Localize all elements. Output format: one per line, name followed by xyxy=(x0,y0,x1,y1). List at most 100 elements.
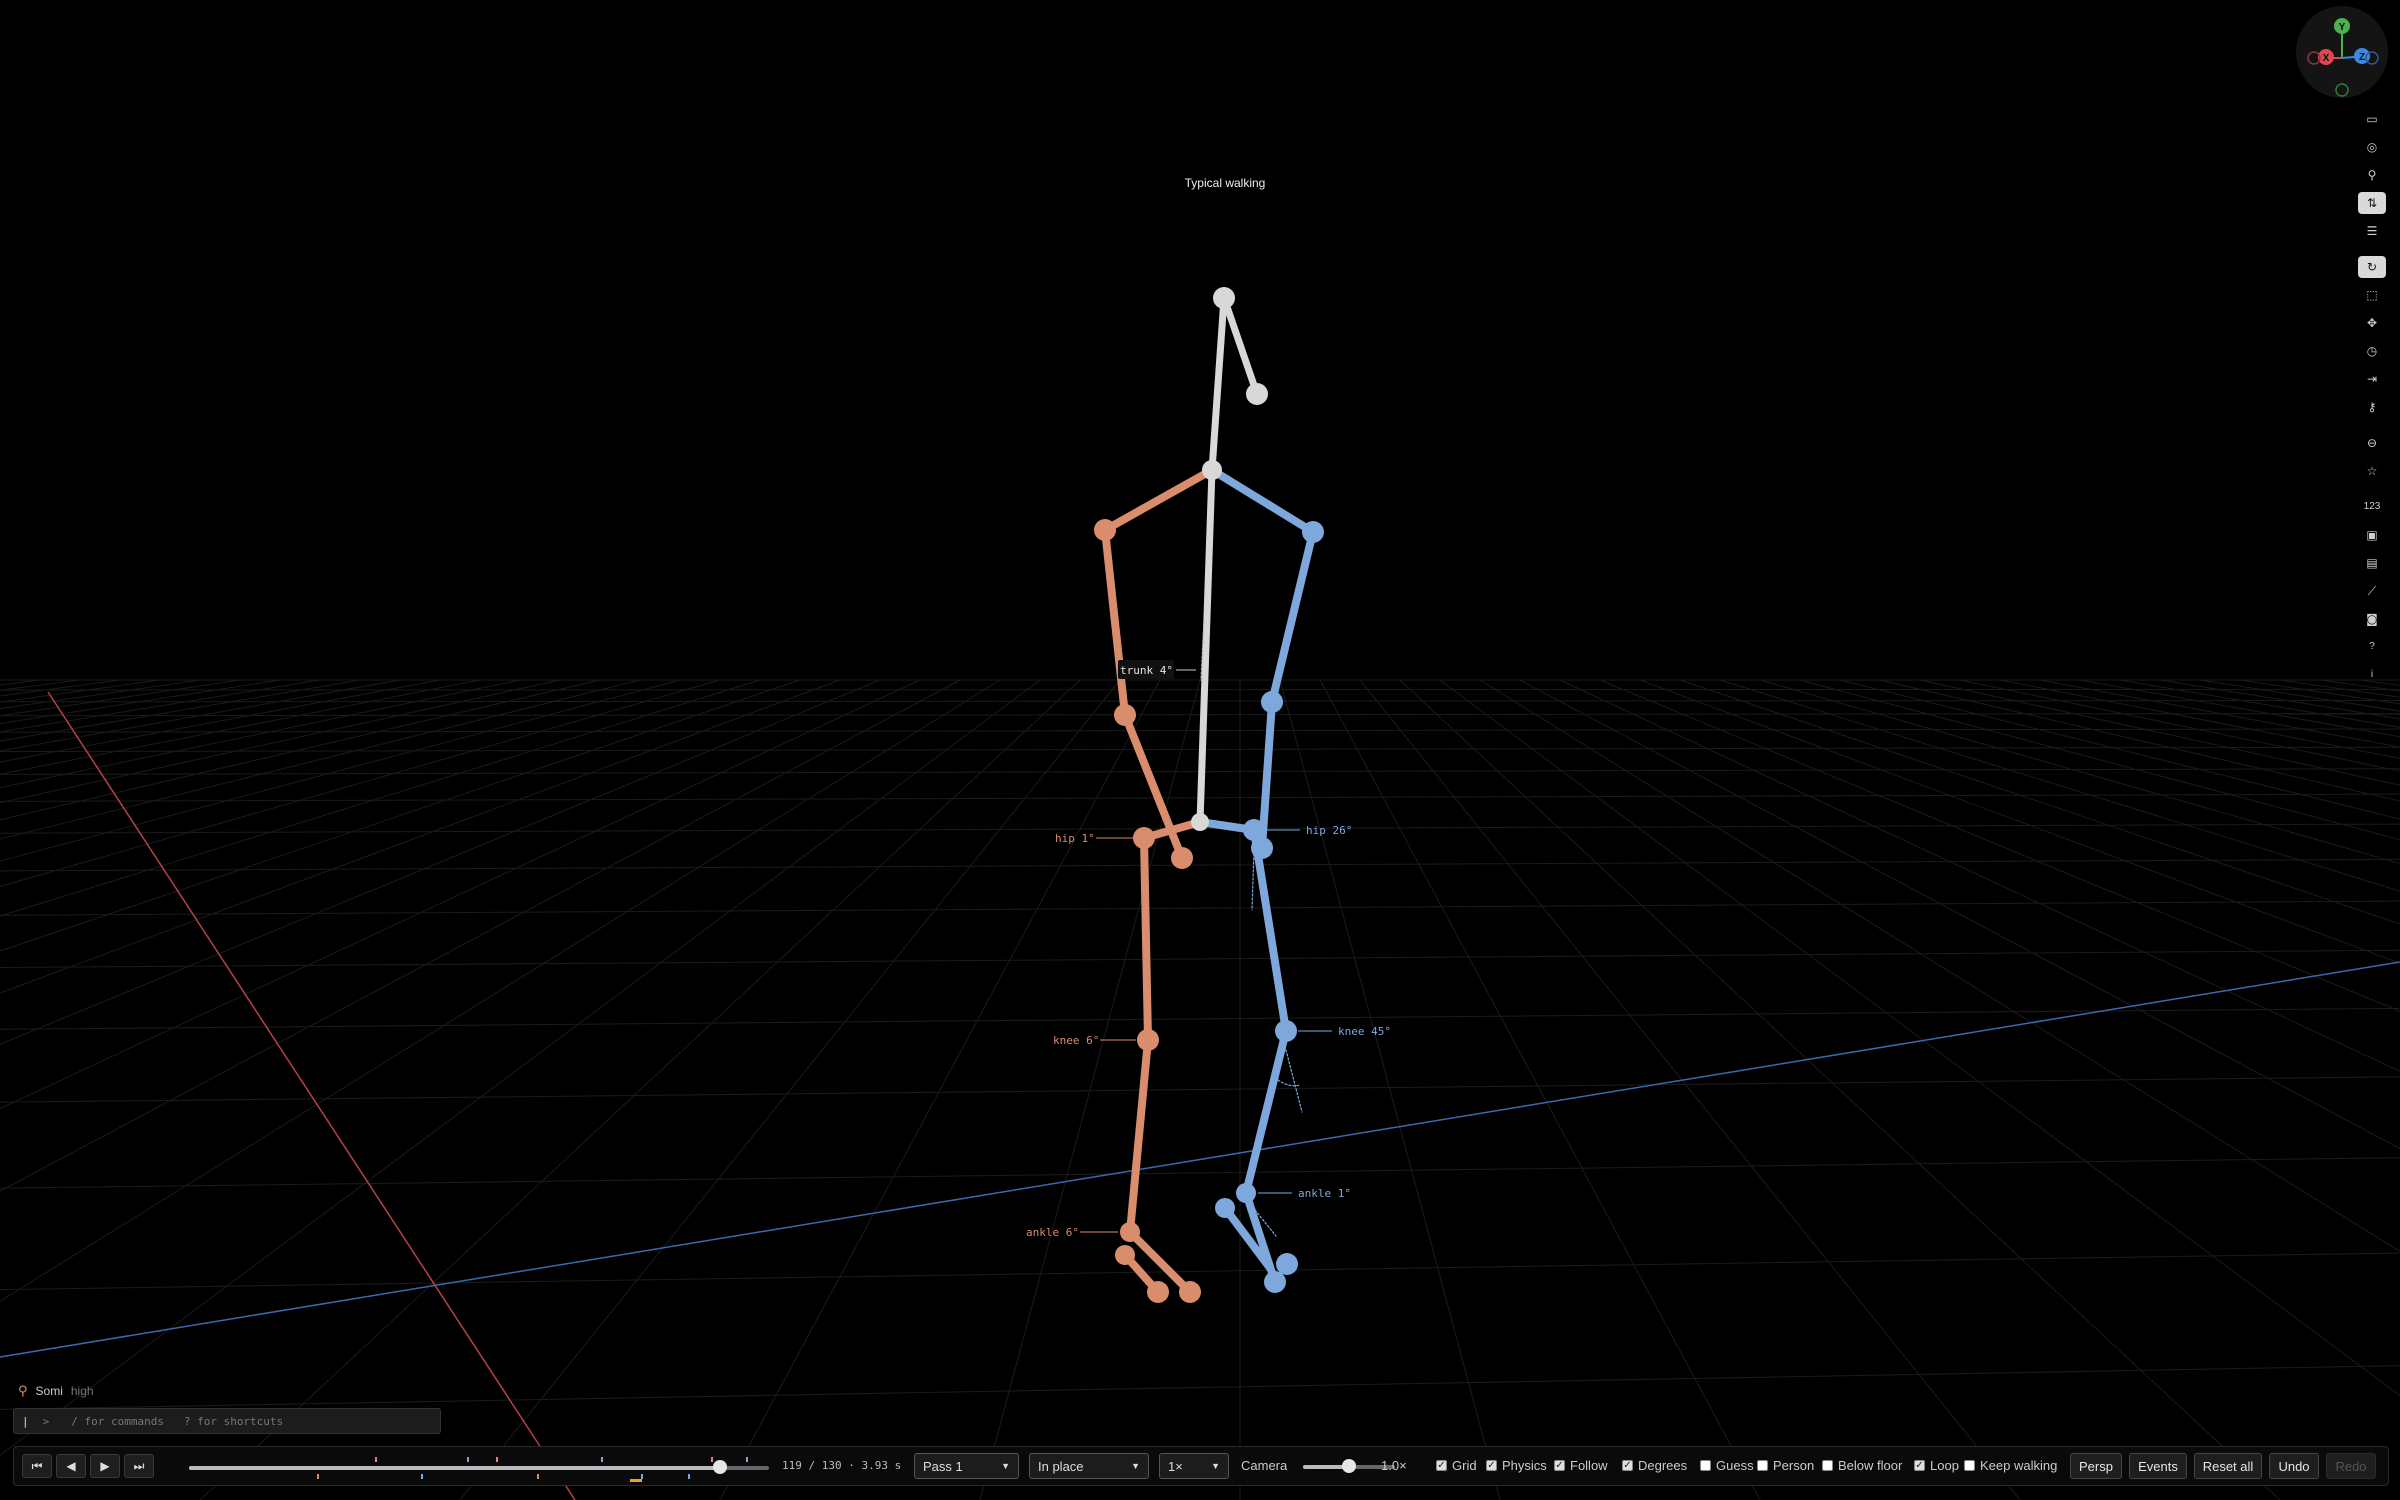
option-label: Person xyxy=(1773,1458,1815,1473)
camera-icon[interactable]: ◙ xyxy=(2358,608,2386,630)
event-marker xyxy=(745,1457,748,1462)
search-icon[interactable]: ⚷ xyxy=(2358,396,2386,418)
scene-title: Typical walking xyxy=(1184,176,1266,190)
step-back-icon[interactable]: ◀ xyxy=(56,1454,86,1478)
option-label: Loop xyxy=(1930,1458,1959,1473)
right-toe-joint xyxy=(1264,1271,1286,1293)
checkbox[interactable]: ✓ xyxy=(1436,1460,1447,1471)
to-end-icon[interactable]: ⇥ xyxy=(2358,368,2386,390)
option-label: Guess xyxy=(1716,1458,1754,1473)
events-button[interactable]: Events xyxy=(2129,1453,2187,1479)
option-label: Degrees xyxy=(1638,1458,1688,1473)
option-loop[interactable]: ✓ Loop xyxy=(1914,1458,1959,1473)
video-icon[interactable]: ▣ xyxy=(2358,524,2386,546)
orientation-gizmo[interactable]: Y X Z xyxy=(2296,6,2388,98)
chart-icon[interactable]: ⟋ xyxy=(2358,580,2386,602)
mode-select[interactable]: In place ▼ xyxy=(1029,1453,1149,1479)
gizmo-axes: Y X Z xyxy=(2307,18,2379,97)
move-icon[interactable]: ✥ xyxy=(2358,312,2386,334)
timeline-slider[interactable] xyxy=(189,1457,769,1482)
undo-button[interactable]: Undo xyxy=(2269,1453,2319,1479)
left-shin-bone xyxy=(1126,1036,1152,1236)
numbers-icon[interactable]: 123 xyxy=(2358,496,2386,518)
checkbox[interactable]: ✓ xyxy=(1622,1460,1633,1471)
center-bones xyxy=(1196,294,1261,826)
left-ankle-joint xyxy=(1120,1222,1140,1242)
spine-upper-bone xyxy=(1208,294,1228,474)
left-hip-joint xyxy=(1133,827,1155,849)
cursor: | xyxy=(22,1414,29,1428)
right-thigh-bone xyxy=(1250,826,1290,1035)
command-input[interactable]: | > / for commands ? for shortcuts xyxy=(13,1408,441,1434)
checkbox[interactable] xyxy=(1700,1460,1711,1471)
option-label: Physics xyxy=(1502,1458,1547,1473)
option-physics[interactable]: ✓ Physics xyxy=(1486,1458,1547,1473)
speed-select-value: 1× xyxy=(1168,1458,1183,1474)
chevron-down-icon: ▼ xyxy=(1211,1461,1220,1471)
walk-pair-icon[interactable]: ⇅ xyxy=(2358,192,2386,214)
right-clavicle-bone xyxy=(1208,466,1317,536)
chevron-down-icon: ▼ xyxy=(1001,1461,1010,1471)
left-ankle-angle-label: ankle 6° xyxy=(1026,1226,1079,1239)
left-shoulder-joint xyxy=(1094,519,1116,541)
checkbox[interactable] xyxy=(1964,1460,1975,1471)
persp-button[interactable]: Persp xyxy=(2070,1453,2122,1479)
help-icon[interactable]: ? xyxy=(2358,636,2386,658)
assistant-level: high xyxy=(70,1384,94,1398)
pelvis-joint xyxy=(1191,813,1209,831)
checkbox[interactable] xyxy=(1757,1460,1768,1471)
skip-end-icon[interactable]: ⏭ xyxy=(124,1454,154,1478)
checkbox[interactable] xyxy=(1822,1460,1833,1471)
checkbox[interactable]: ✓ xyxy=(1914,1460,1925,1471)
right-hip-angle-arc xyxy=(1251,849,1255,911)
select-icon[interactable]: ⬚ xyxy=(2358,284,2386,306)
folder-icon[interactable]: ▭ xyxy=(2358,108,2386,130)
viewport-3d[interactable]: trunk 4° hip 1° hip 26° knee 6° knee 45°… xyxy=(0,0,2400,1500)
option-person[interactable]: Person xyxy=(1757,1458,1814,1473)
notes-icon[interactable]: ▤ xyxy=(2358,552,2386,574)
left-knee-angle-label: knee 6° xyxy=(1053,1034,1099,1047)
right-shoulder-joint xyxy=(1302,521,1324,543)
checkbox[interactable]: ✓ xyxy=(1486,1460,1497,1471)
option-below-floor[interactable]: Below floor xyxy=(1822,1458,1902,1473)
gamepad-icon[interactable]: ⊖ xyxy=(2358,432,2386,454)
reset-rotate-icon[interactable]: ↻ xyxy=(2358,256,2386,278)
camera-zoom-value: 1.0× xyxy=(1381,1458,1407,1473)
timer-icon[interactable]: ◷ xyxy=(2358,340,2386,362)
redo-button[interactable]: Redo xyxy=(2326,1453,2376,1479)
timeline-thumb[interactable] xyxy=(712,1460,727,1474)
joints xyxy=(1094,287,1324,1303)
option-grid[interactable]: ✓ Grid xyxy=(1436,1458,1477,1473)
run-icon[interactable]: ⚲ xyxy=(2358,164,2386,186)
option-guess[interactable]: Guess xyxy=(1700,1458,1754,1473)
option-follow[interactable]: ✓ Follow xyxy=(1554,1458,1608,1473)
option-label: Keep walking xyxy=(1980,1458,2058,1473)
info-icon[interactable]: i xyxy=(2358,664,2386,686)
right-shin-bone xyxy=(1242,1027,1290,1197)
left-bones xyxy=(1101,466,1216,1296)
gizmo-y-label: Y xyxy=(2339,22,2346,33)
option-degrees[interactable]: ✓ Degrees xyxy=(1622,1458,1687,1473)
event-marker xyxy=(600,1457,603,1462)
left-elbow-joint xyxy=(1114,704,1136,726)
left-wrist-joint xyxy=(1171,847,1193,869)
camera-zoom-thumb[interactable] xyxy=(1342,1459,1356,1473)
speed-select[interactable]: 1× ▼ xyxy=(1159,1453,1229,1479)
skeleton[interactable] xyxy=(1094,287,1324,1303)
event-marker xyxy=(711,1457,713,1462)
play-icon[interactable]: ▶ xyxy=(90,1454,120,1478)
gizmo-x-label: X xyxy=(2323,53,2330,64)
checkbox[interactable]: ✓ xyxy=(1554,1460,1565,1471)
option-label: Below floor xyxy=(1838,1458,1903,1473)
reset-all-button[interactable]: Reset all xyxy=(2194,1453,2262,1479)
playback-bar: ⏮ ◀ ▶ ⏭ 119 / 130 · 3.93 s Pass 1 ▼ In p… xyxy=(13,1446,2389,1486)
list-icon[interactable]: ☰ xyxy=(2358,220,2386,242)
event-marker xyxy=(421,1474,423,1479)
pass-select[interactable]: Pass 1 ▼ xyxy=(914,1453,1019,1479)
skip-start-icon[interactable]: ⏮ xyxy=(22,1454,52,1478)
gizmo-neg-y xyxy=(2335,83,2349,97)
target-icon[interactable]: ◎ xyxy=(2358,136,2386,158)
star-icon[interactable]: ☆ xyxy=(2358,460,2386,482)
option-label: Follow xyxy=(1570,1458,1608,1473)
option-keep-walking[interactable]: Keep walking xyxy=(1964,1458,2057,1473)
